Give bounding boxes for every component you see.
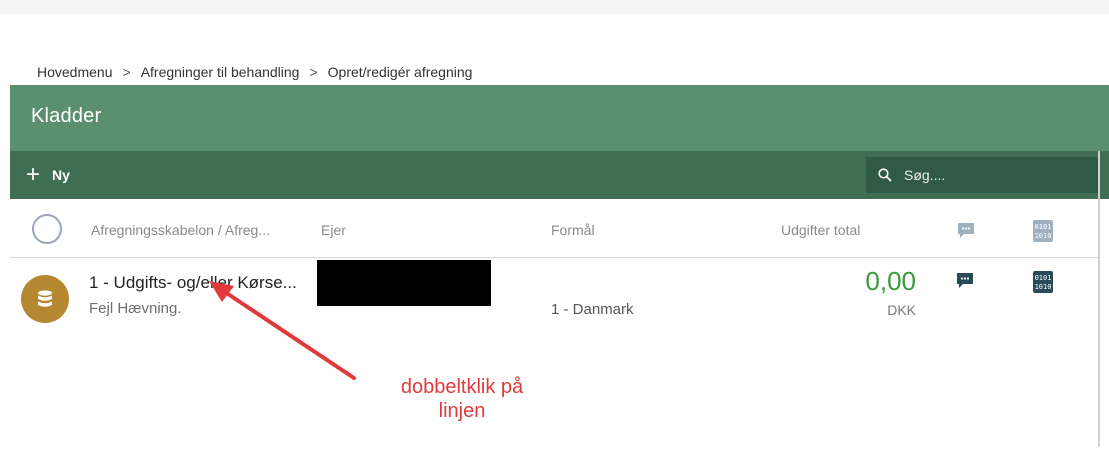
column-template[interactable]: Afregningsskabelon / Afreg... (91, 222, 270, 238)
table-row[interactable]: 1 - Udgifts- og/eller Kørse... Fejl Hævn… (10, 258, 1098, 448)
annotation-line-1: dobbeltklik på (400, 376, 524, 398)
right-divider (1098, 151, 1100, 447)
annotation-callout: dobbeltklik på linjen (372, 375, 552, 423)
binary-icon: 0101 1010 (1033, 220, 1053, 242)
top-strip (0, 0, 1109, 14)
new-button-label: Ny (52, 167, 70, 183)
svg-text:0101: 0101 (1035, 274, 1052, 282)
new-button[interactable]: + Ny (26, 163, 70, 187)
row-currency: DKK (887, 302, 916, 318)
breadcrumb-separator: > (309, 64, 318, 80)
row-purpose: 1 - Danmark (551, 301, 634, 318)
search-input[interactable] (902, 166, 1086, 184)
column-owner[interactable]: Ejer (321, 222, 346, 238)
breadcrumb: Hovedmenu > Afregninger til behandling >… (37, 64, 472, 80)
search-box[interactable] (866, 157, 1098, 193)
column-total[interactable]: Udgifter total (781, 222, 860, 238)
search-icon (878, 168, 892, 182)
row-subtitle: Fejl Hævning. (89, 300, 182, 317)
select-all-checkbox[interactable] (32, 214, 62, 244)
toolbar: + Ny (10, 151, 1109, 199)
breadcrumb-item-home[interactable]: Hovedmenu (37, 64, 113, 80)
column-purpose[interactable]: Formål (551, 222, 595, 238)
svg-text:1010: 1010 (1035, 232, 1052, 240)
breadcrumb-item-settlements[interactable]: Afregninger til behandling (141, 64, 300, 80)
comment-icon[interactable] (955, 271, 975, 291)
table-header: Afregningsskabelon / Afreg... Ejer Formå… (10, 200, 1098, 258)
redacted-owner (317, 260, 491, 306)
database-icon (21, 275, 69, 323)
annotation-line-2: linjen (438, 400, 486, 422)
page-header: Kladder (10, 85, 1109, 151)
breadcrumb-item-current: Opret/redigér afregning (327, 64, 473, 80)
row-title: 1 - Udgifts- og/eller Kørse... (89, 273, 297, 292)
comment-icon (958, 223, 974, 238)
breadcrumb-separator: > (122, 64, 131, 80)
row-amount: 0,00 (865, 266, 916, 296)
page-title: Kladder (31, 105, 102, 127)
svg-text:1010: 1010 (1035, 283, 1052, 291)
svg-text:0101: 0101 (1035, 223, 1052, 231)
plus-icon: + (26, 161, 41, 188)
binary-icon[interactable]: 0101 1010 (1033, 271, 1053, 293)
